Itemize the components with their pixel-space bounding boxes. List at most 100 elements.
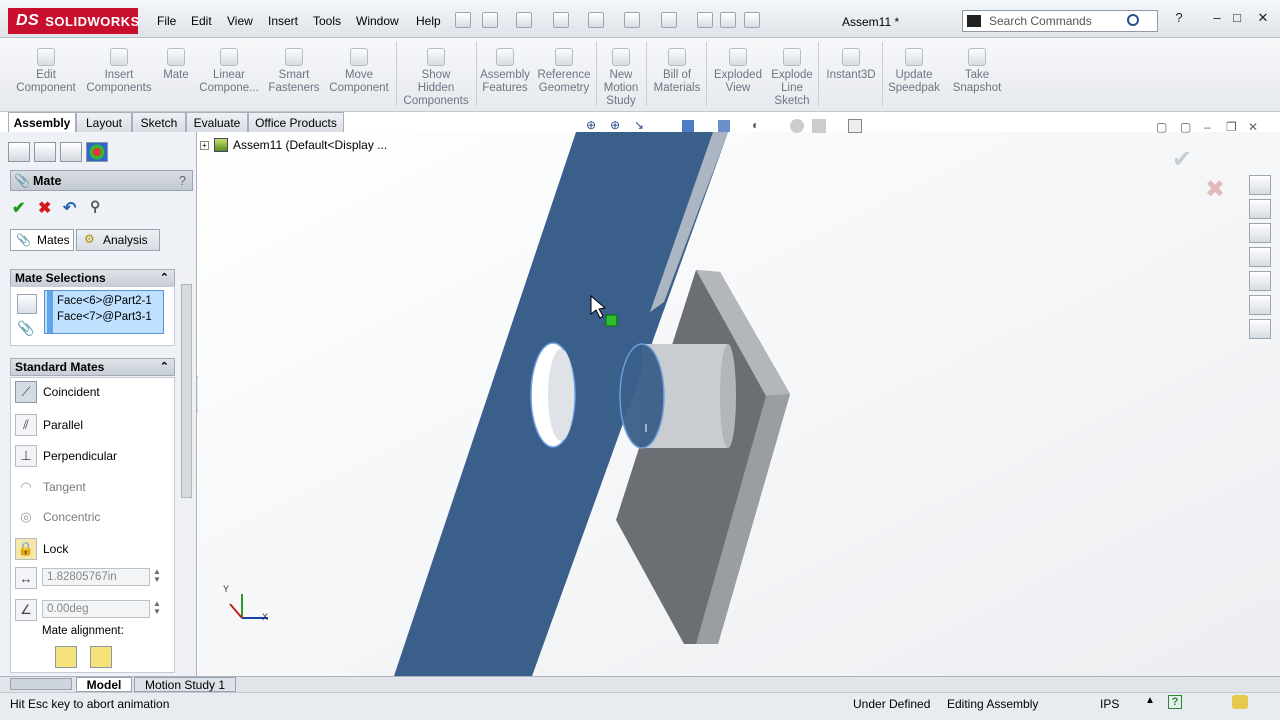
home-icon[interactable] [1249,199,1271,219]
command-move-component-button[interactable]: Move Component [323,38,395,110]
open-folder-icon[interactable] [516,12,532,28]
property-manager-icon[interactable] [34,142,56,162]
cancel-x-icon[interactable]: ✖ [38,198,51,218]
command-smart-fasteners-button[interactable]: Smart Fasteners [258,38,330,110]
resources-icon[interactable] [1249,175,1271,195]
cylinder-face-selected[interactable] [619,343,665,449]
zoom-area-icon[interactable]: ⊕ [610,118,620,132]
select-icon[interactable] [661,12,677,28]
multi-mate-icon[interactable] [17,294,37,314]
tile-vertical-icon[interactable]: ▢ [1180,120,1191,134]
tile-icon[interactable]: ▢ [1156,120,1167,134]
pin-icon[interactable] [455,12,471,28]
doc-restore-icon[interactable]: ❐ [1226,120,1237,134]
selection-list[interactable]: Face<6>@Part2-1 Face<7>@Part3-1 [44,290,164,334]
list-item[interactable]: Face<6>@Part2-1 [57,293,163,309]
maximize-icon[interactable]: □ [1230,11,1244,24]
print-icon[interactable] [588,12,604,28]
confirm-check-icon[interactable]: ✔ [1172,145,1192,174]
feature-manager-icon[interactable] [8,142,30,162]
tab-motion-study[interactable]: Motion Study 1 [134,677,236,692]
view-orientation-icon[interactable] [682,120,694,132]
search-commands[interactable]: Search Commands [962,10,1158,32]
help-icon[interactable]: ? [179,174,186,188]
angle-spinner[interactable]: ▲ ▼ [151,600,163,618]
menu-view[interactable]: View [227,14,253,28]
view-palette-icon[interactable] [1249,271,1271,291]
standard-mates-header[interactable]: Standard Mates ⌃ [10,358,175,376]
tab-scroll-arrows[interactable] [10,678,72,690]
scrollbar-thumb[interactable] [181,284,192,498]
expand-icon[interactable]: + [200,140,209,150]
command-snapshot-button[interactable]: Take Snapshot [941,38,1013,110]
hide-show-icon[interactable]: ◐ [752,118,759,132]
new-document-icon[interactable] [482,12,498,28]
solidworks-logo[interactable]: DS SOLIDWORKS [8,8,139,34]
view-settings-icon[interactable] [848,119,862,133]
cancel-x-corner-icon[interactable]: ✖ [1205,175,1225,204]
help-question-icon[interactable]: ? [1172,11,1186,24]
undo-mate-icon[interactable]: ↶ [63,198,76,218]
zoom-fit-icon[interactable]: ⊕ [586,118,596,132]
appearance-icon[interactable] [790,119,804,133]
menu-help[interactable]: Help [416,14,441,28]
command-show-hidden-button[interactable]: Show Hidden Components [400,38,472,110]
mate-coincident[interactable]: ⟋ Coincident [15,380,100,404]
panel-scrollbar[interactable] [179,270,194,672]
tab-evaluate[interactable]: Evaluate [186,112,248,132]
file-properties-icon[interactable] [720,12,736,28]
command-speedpak-button[interactable]: Update Speedpak [878,38,950,110]
collapse-icon[interactable]: ⌃ [160,271,169,284]
tab-model[interactable]: Model [76,677,132,692]
graphics-area[interactable] [198,132,1280,676]
mate-lock[interactable]: 🔒 Lock [15,537,68,561]
pushpin-icon[interactable]: ⚲ [90,198,100,215]
mate-perpendicular[interactable]: ⊥ Perpendicular [15,444,117,468]
configuration-manager-icon[interactable] [60,142,82,162]
tab-office-products[interactable]: Office Products [248,112,344,132]
previous-view-icon[interactable]: ↘ [634,118,644,132]
status-units[interactable]: IPS [1100,697,1119,711]
tab-layout[interactable]: Layout [76,112,132,132]
search-icon[interactable] [1127,14,1139,26]
distance-field[interactable]: 1.82805767in [42,568,150,586]
command-edit-component-button[interactable]: Edit Component [10,38,82,110]
collapse-icon[interactable]: ⌃ [160,360,169,373]
menu-file[interactable]: File [157,14,176,28]
search-input[interactable]: Search Commands [989,14,1092,28]
anti-aligned-icon[interactable] [90,646,112,668]
appearances-icon[interactable] [1249,295,1271,315]
ok-check-icon[interactable]: ✔ [12,198,25,218]
menu-edit[interactable]: Edit [191,14,212,28]
tab-assembly[interactable]: Assembly [8,112,76,133]
feature-tree-root[interactable]: + Assem11 (Default<Display ... [200,138,387,152]
display-style-icon[interactable] [718,120,730,132]
undo-icon[interactable] [624,12,640,28]
command-linear-pattern-button[interactable]: Linear Compone... [193,38,265,110]
menu-window[interactable]: Window [356,14,399,28]
aligned-icon[interactable] [55,646,77,668]
menu-insert[interactable]: Insert [268,14,298,28]
display-manager-icon[interactable] [86,142,108,162]
command-instant3d-button[interactable]: Instant3D [815,38,887,110]
custom-properties-icon[interactable] [1249,319,1271,339]
mate-parallel[interactable]: ⫽ Parallel [15,413,83,437]
rebuild-icon[interactable] [697,12,713,28]
file-explorer-icon[interactable] [1249,247,1271,267]
distance-spinner[interactable]: ▲ ▼ [151,568,163,586]
tab-sketch[interactable]: Sketch [132,112,186,132]
scene-icon[interactable] [812,119,826,133]
rebuild-status-icon[interactable] [1232,695,1248,709]
design-library-icon[interactable] [1249,223,1271,243]
doc-close-icon[interactable]: ✕ [1248,120,1258,134]
angle-field[interactable]: 0.00deg [42,600,150,618]
menu-tools[interactable]: Tools [313,14,341,28]
minimize-icon[interactable]: – [1210,11,1224,24]
options-icon[interactable] [744,12,760,28]
close-icon[interactable]: ✕ [1256,11,1270,24]
list-item[interactable]: Face<7>@Part3-1 [57,309,163,325]
mate-selections-header[interactable]: Mate Selections ⌃ [10,269,175,287]
quick-tips-icon[interactable]: ? [1168,695,1182,709]
units-menu-icon[interactable]: ▲ [1145,695,1155,706]
save-icon[interactable] [553,12,569,28]
